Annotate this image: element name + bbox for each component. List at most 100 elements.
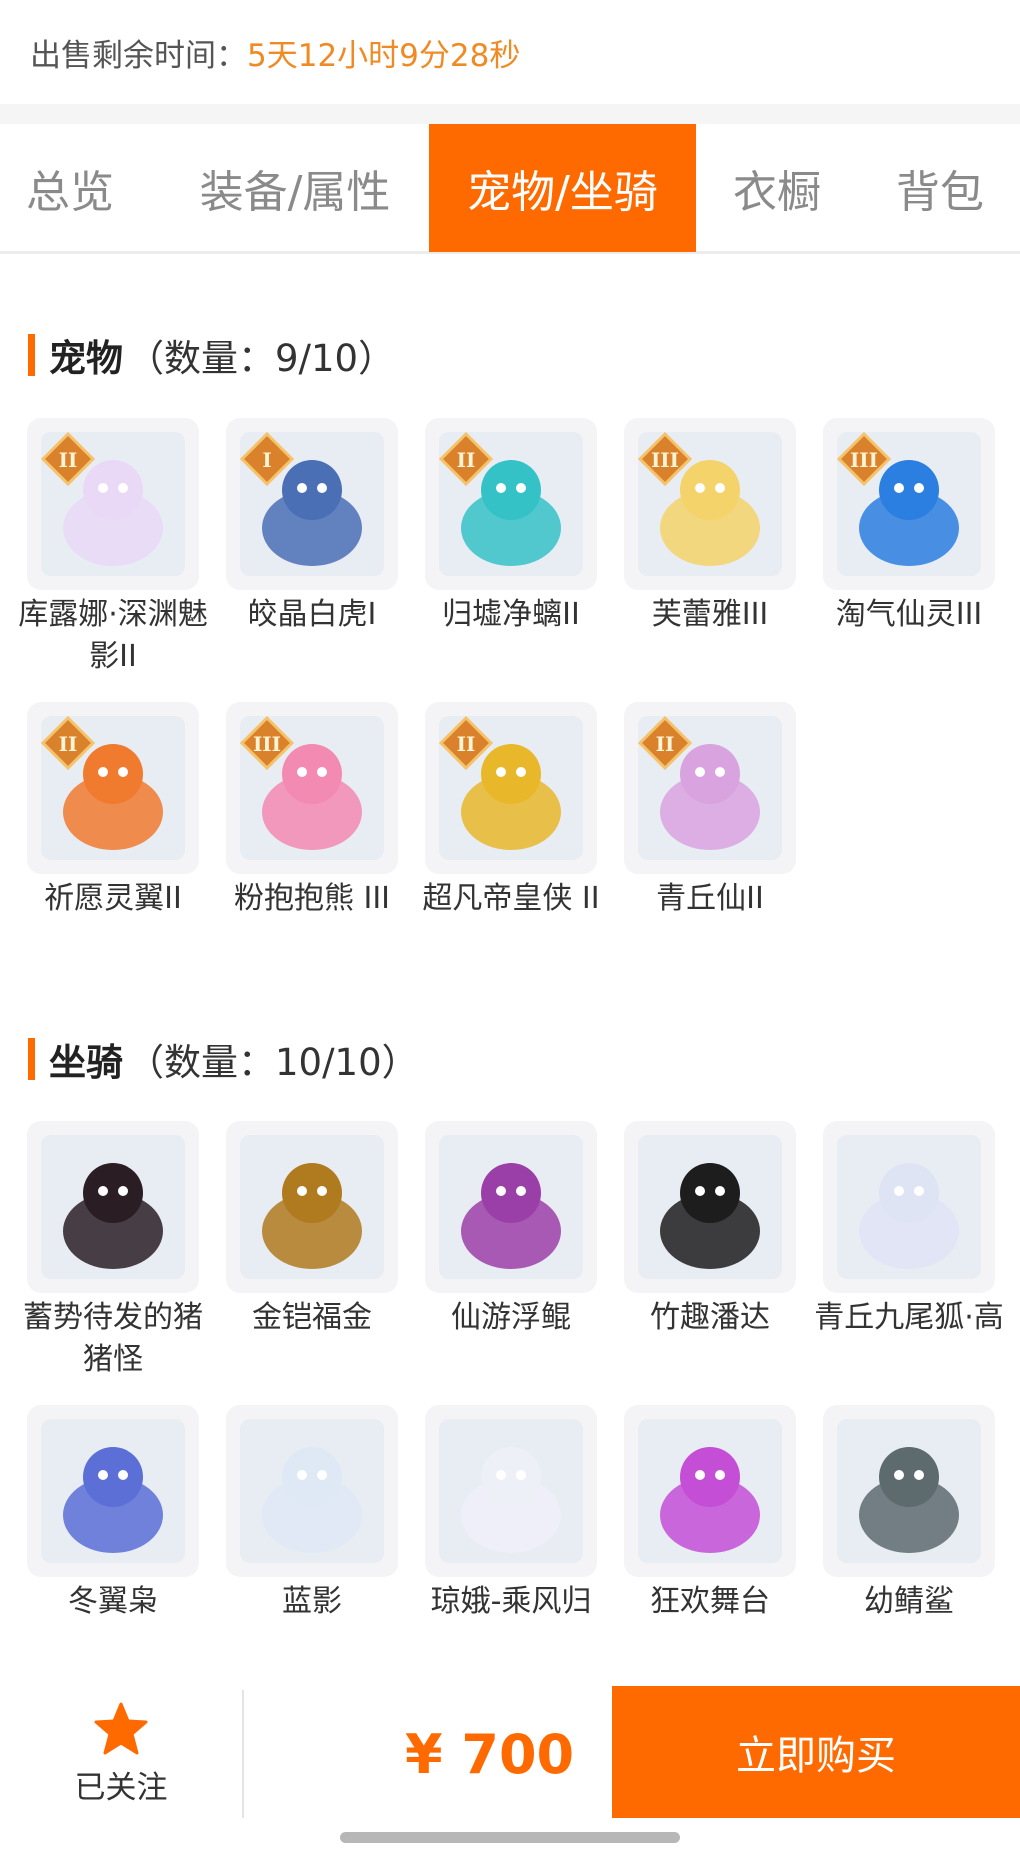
mount-thumbnail (226, 1121, 398, 1293)
pet-item[interactable]: I 皎晶白虎Ⅰ (226, 418, 398, 636)
mount-item[interactable]: 金铠福金 (226, 1121, 398, 1339)
tab-equipment[interactable]: 装备/属性 (170, 124, 420, 252)
mount-item[interactable]: 青丘九尾狐·高 (814, 1121, 1004, 1339)
mount-item[interactable]: 冬翼枭 (27, 1405, 199, 1623)
section-accent-bar (28, 334, 35, 376)
pet-item[interactable]: III 粉抱抱熊 III (226, 702, 398, 920)
buy-now-button[interactable]: 立即购买 (612, 1686, 1020, 1818)
pet-thumbnail: II (624, 702, 796, 874)
tab-wardrobe[interactable]: 衣橱 (707, 124, 847, 252)
mount-item[interactable]: 仙游浮鲲 (425, 1121, 597, 1339)
mount-item[interactable]: 蓄势待发的猪猪怪 (23, 1121, 203, 1381)
tier-badge-label: I (262, 448, 271, 472)
pet-thumbnail: II (425, 702, 597, 874)
mount-item[interactable]: 竹趣潘达 (624, 1121, 796, 1339)
mount-golden-fish-icon (240, 1135, 384, 1279)
mount-thumbnail (425, 1121, 597, 1293)
mount-thumbnail (226, 1405, 398, 1577)
pets-section-title: 宠物 (49, 337, 123, 380)
mount-thumbnail (823, 1405, 995, 1577)
pet-name: 皎晶白虎Ⅰ (247, 597, 377, 632)
mount-name: 蓝影 (282, 1584, 342, 1619)
mounts-section-count: （数量：10/10） (127, 1041, 419, 1084)
mount-name: 金铠福金 (252, 1300, 372, 1335)
pet-thumbnail: III (226, 702, 398, 874)
tier-badge-label: II (656, 732, 675, 756)
price: ¥ 700 (405, 1722, 575, 1786)
tab-backpack-label: 背包 (896, 167, 984, 218)
mounts-section-header: 坐骑 （数量：10/10） (28, 1032, 419, 1086)
follow-label: 已关注 (74, 1769, 168, 1806)
tier-badge-label: II (457, 448, 476, 472)
tab-wardrobe-label: 衣橱 (733, 167, 821, 218)
tab-pets-mounts-label: 宠物/坐骑 (467, 167, 658, 218)
tier-badge-icon: II (41, 432, 95, 486)
pets-section-count: （数量：9/10） (127, 337, 396, 380)
tier-badge-icon: II (439, 716, 493, 770)
mount-white-fox-icon (837, 1135, 981, 1279)
pet-name: 芙蕾雅III (651, 597, 769, 632)
mount-thumbnail (624, 1121, 796, 1293)
tier-badge-label: II (59, 448, 78, 472)
pet-item[interactable]: III 淘气仙灵III (823, 418, 995, 636)
pet-item[interactable]: II 祈愿灵翼II (27, 702, 199, 920)
pet-name: 粉抱抱熊 III (233, 881, 391, 916)
pet-name: 淘气仙灵III (835, 597, 983, 632)
pet-item[interactable]: II 超凡帝皇侠 II (422, 702, 600, 920)
tab-backpack[interactable]: 背包 (870, 124, 1010, 252)
home-indicator[interactable] (340, 1832, 680, 1843)
mount-panda-icon (638, 1135, 782, 1279)
mount-item[interactable]: 狂欢舞台 (624, 1405, 796, 1623)
follow-button[interactable]: 已关注 (0, 1686, 242, 1822)
pet-name: 归墟净螭II (442, 597, 580, 632)
mount-name: 青丘九尾狐·高 (814, 1300, 1004, 1335)
tier-badge-icon: I (240, 432, 294, 486)
tier-badge-icon: II (41, 716, 95, 770)
mount-fairy-icon (439, 1419, 583, 1563)
mount-shark-icon (837, 1419, 981, 1563)
mount-heart-stage-icon (638, 1419, 782, 1563)
mount-white-tiger-icon (240, 1419, 384, 1563)
tab-bar: 总览 装备/属性 宠物/坐骑 衣橱 背包 (0, 124, 1020, 254)
pet-name: 祈愿灵翼II (44, 881, 182, 916)
tier-badge-label: II (457, 732, 476, 756)
pet-thumbnail: II (27, 418, 199, 590)
pet-name: 青丘仙II (656, 881, 764, 916)
tier-badge-label: II (59, 732, 78, 756)
tier-badge-label: III (850, 448, 878, 472)
pet-item[interactable]: II 青丘仙II (624, 702, 796, 920)
mount-owl-icon (41, 1419, 185, 1563)
mount-name: 冬翼枭 (68, 1584, 158, 1619)
mount-name: 狂欢舞台 (650, 1584, 770, 1619)
pet-thumbnail: III (823, 418, 995, 590)
pet-thumbnail: I (226, 418, 398, 590)
star-icon (94, 1702, 148, 1754)
pet-item[interactable]: II 库露娜·深渊魅影II (18, 418, 208, 678)
mounts-section-title: 坐骑 (49, 1041, 123, 1084)
tab-overview[interactable]: 总览 (0, 124, 140, 252)
pet-name: 库露娜·深渊魅影II (18, 597, 208, 674)
pet-item[interactable]: III 芙蕾雅III (624, 418, 796, 636)
section-separator (0, 104, 1020, 124)
sale-timer-label: 出售剩余时间： (30, 37, 247, 74)
mount-item[interactable]: 琼娥-乘风归 (425, 1405, 597, 1623)
mount-name: 仙游浮鲲 (451, 1300, 571, 1335)
tier-badge-label: III (253, 732, 281, 756)
pet-thumbnail: II (425, 418, 597, 590)
pet-thumbnail: II (27, 702, 199, 874)
mount-item[interactable]: 幼鲭鲨 (823, 1405, 995, 1623)
pet-item[interactable]: II 归墟净螭II (425, 418, 597, 636)
tier-badge-icon: III (638, 432, 692, 486)
tab-equipment-label: 装备/属性 (199, 167, 391, 218)
mount-name: 蓄势待发的猪猪怪 (23, 1300, 203, 1377)
mount-thumbnail (624, 1405, 796, 1577)
tier-badge-icon: II (439, 432, 493, 486)
tier-badge-label: III (651, 448, 679, 472)
mount-item[interactable]: 蓝影 (226, 1405, 398, 1623)
sale-timer: 出售剩余时间： 5天12小时9分28秒 (0, 0, 1020, 104)
mount-purple-whale-icon (439, 1135, 583, 1279)
tab-pets-mounts[interactable]: 宠物/坐骑 (429, 124, 696, 252)
mount-thumbnail (27, 1405, 199, 1577)
mount-thumbnail (425, 1405, 597, 1577)
mount-black-pig-icon (41, 1135, 185, 1279)
